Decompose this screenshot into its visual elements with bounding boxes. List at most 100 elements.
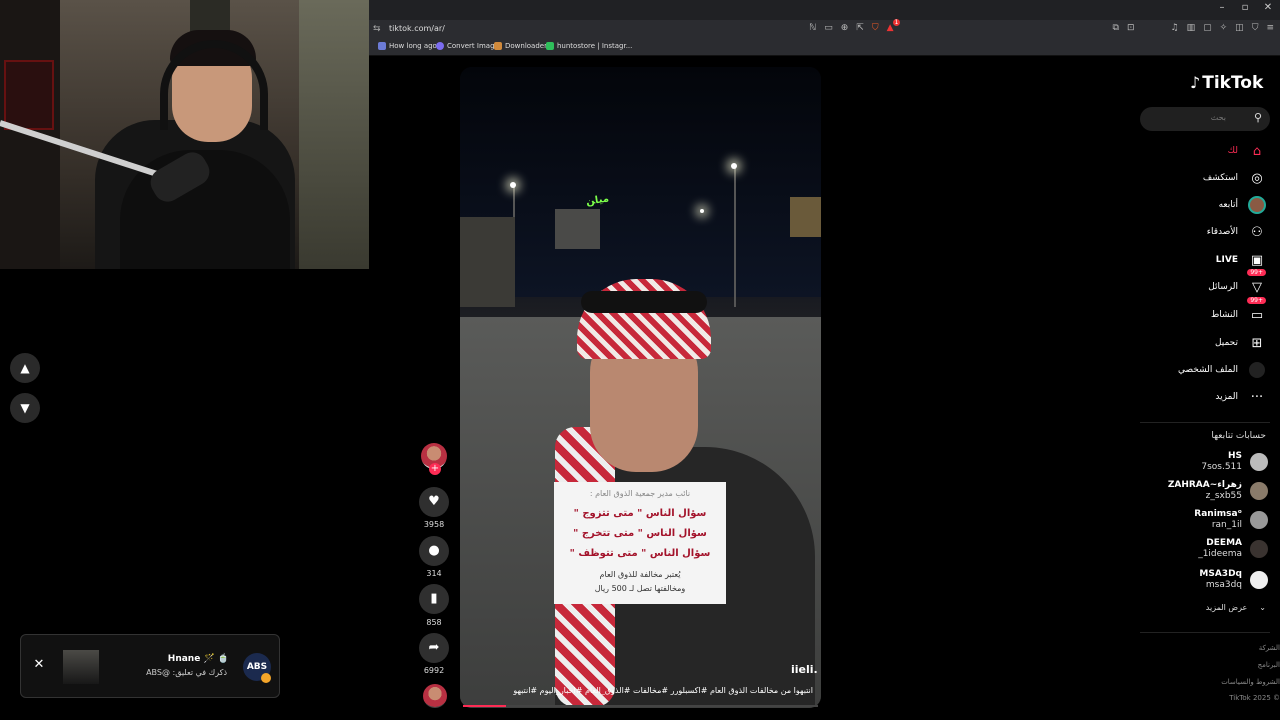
nav-activity[interactable]: النشاط ▭ 99+ xyxy=(1210,297,1266,327)
menu-icon[interactable]: ≡ xyxy=(1266,23,1274,33)
vpn-icon[interactable]: ⛉ xyxy=(1252,23,1259,33)
window-icon[interactable]: ▢ xyxy=(1203,23,1212,33)
maximize-button[interactable]: ▫ xyxy=(1235,2,1255,13)
nav-messages[interactable]: الرسائل ▽ 99+ xyxy=(1208,269,1266,299)
bookmark-label: Convert Image xyxy=(447,42,499,50)
following-account[interactable]: DEEMA _1ideema xyxy=(1198,535,1268,563)
nav-friends[interactable]: الأصدقاء ⚇ xyxy=(1207,220,1266,244)
video-person-agal xyxy=(581,291,707,313)
nav-label: الرسائل xyxy=(1208,282,1238,292)
music-icon[interactable]: ♫ xyxy=(1171,23,1179,33)
like-button[interactable]: ♥ xyxy=(419,487,449,517)
chevron-down-icon: ⌄ xyxy=(1259,603,1266,612)
site-info-icon[interactable]: ⇆ xyxy=(373,24,381,34)
screenshot-icon[interactable]: ⊡ xyxy=(1127,23,1135,33)
notification-thumbnail[interactable] xyxy=(63,650,99,684)
bookmark-how-long-ago[interactable]: How long ago xyxy=(378,42,437,50)
chevron-up-icon: ▲ xyxy=(20,361,30,375)
save-button[interactable]: ▮ xyxy=(419,584,449,614)
previous-video-button[interactable]: ▲ xyxy=(10,353,40,383)
share-icon[interactable]: ⇱ xyxy=(856,23,864,33)
video-building xyxy=(790,197,821,237)
rewards-icon[interactable]: ▲ 1 xyxy=(887,19,901,33)
extension-icons: ⧉ ⊡ ♫ ▥ ▢ ✧ ◫ ⛉ ≡ xyxy=(1113,23,1274,33)
url-text[interactable]: tiktok.com/ar/ xyxy=(389,24,445,33)
rewards-badge: 1 xyxy=(892,19,901,26)
video-player[interactable]: ﻣﯿﺎﻦ xyxy=(460,67,821,708)
sidebar-toggle-icon[interactable]: ▥ xyxy=(1187,23,1196,33)
tiktok-logo[interactable]: ♪ TikTok xyxy=(1190,73,1263,93)
footer-copyright: TikTok 2025 © xyxy=(1229,694,1280,702)
nav-for-you[interactable]: لك ⌂ xyxy=(1228,139,1266,163)
brave-shield-icon[interactable]: ⛉ xyxy=(872,23,879,33)
share-button[interactable]: ➦ xyxy=(419,633,449,663)
activity-icon: ▭ xyxy=(1250,307,1264,323)
bookmark-huntostore[interactable]: huntostore | Instagr... xyxy=(546,42,632,50)
address-bar[interactable]: ⇆ tiktok.com/ar/ ℕ ▭ ⊕ ⇱ ⛉ ▲ 1 ⧉ ⊡ ♫ ▥ ▢ … xyxy=(369,19,1280,40)
video-street-lamp xyxy=(700,209,704,213)
following-account[interactable]: Ranimsaᵒ ran_1il xyxy=(1194,506,1268,534)
following-account[interactable]: MSA3Dq msa3dq xyxy=(1199,566,1268,594)
compass-icon: ◎ xyxy=(1251,170,1263,186)
bookmark-downloader[interactable]: Downloader xyxy=(494,42,547,50)
leo-icon[interactable]: ✧ xyxy=(1220,23,1228,33)
wallet-icon[interactable]: ◫ xyxy=(1235,23,1244,33)
bookmark-favicon-icon xyxy=(494,42,502,50)
nav-label: النشاط xyxy=(1210,310,1238,320)
follow-plus-button[interactable]: + xyxy=(429,463,441,475)
account-avatar xyxy=(1250,511,1268,529)
screen: – ▫ ✕ ⇆ tiktok.com/ar/ ℕ ▭ ⊕ ⇱ ⛉ ▲ 1 ⧉ ⊡ … xyxy=(0,0,1280,720)
video-description[interactable]: انتبهوا من مخالفات الذوق العام #اكسبلورر… xyxy=(470,686,813,695)
nav-label: الأصدقاء xyxy=(1206,227,1238,237)
nav-profile[interactable]: الملف الشخصي xyxy=(1178,358,1266,382)
close-icon[interactable]: ✕ xyxy=(31,657,47,672)
account-name: Ranimsaᵒ xyxy=(1194,509,1242,519)
notification-text: ذكرك في تعليق: @ABS xyxy=(146,668,227,677)
card-footer: ومخالفتها تصل لـ 500 ريال xyxy=(594,584,686,593)
video-progress-bar[interactable] xyxy=(463,705,818,707)
following-account[interactable]: HS 7sos.511 xyxy=(1201,448,1268,476)
nav-following[interactable]: أتابعه xyxy=(1219,193,1266,217)
bookmark-label: Downloader xyxy=(505,42,547,50)
more-icon: ··· xyxy=(1250,389,1264,405)
close-window-button[interactable]: ✕ xyxy=(1258,2,1278,13)
logo-text: TikTok xyxy=(1202,73,1264,93)
video-author[interactable]: iieli. xyxy=(791,663,818,676)
nav-label: أتابعه xyxy=(1218,200,1238,210)
nav-more[interactable]: المزيد ··· xyxy=(1215,385,1266,409)
see-more-button[interactable]: عرض المزيد ⌄ xyxy=(1206,603,1266,612)
search-input[interactable]: بحث ⚲ xyxy=(1140,107,1270,131)
heart-icon: ♥ xyxy=(428,494,440,509)
account-handle: msa3dq xyxy=(1205,580,1242,590)
title-bar: – ▫ ✕ xyxy=(369,0,1280,20)
account-avatar xyxy=(1250,482,1268,500)
nav-upload[interactable]: تحميل ⊞ xyxy=(1215,331,1266,355)
footer-terms-link[interactable]: الشروط والسياسات xyxy=(1221,678,1280,686)
nav-label: المزيد xyxy=(1215,392,1238,402)
translate-icon[interactable]: ℕ xyxy=(809,23,816,33)
sound-disc[interactable] xyxy=(423,684,447,708)
mention-notification[interactable]: ✕ Hnane 🪄 🍵 ذكرك في تعليق: @ABS ABS xyxy=(20,634,280,698)
bookmark-favicon-icon xyxy=(378,42,386,50)
account-handle: ran_1il xyxy=(1211,520,1242,530)
profile-icon xyxy=(1248,362,1266,378)
account-name: DEEMA xyxy=(1206,538,1242,548)
comment-button[interactable]: ● xyxy=(419,536,449,566)
video-street-lamp xyxy=(510,182,516,188)
cast-icon[interactable]: ▭ xyxy=(824,23,833,33)
card-line: سؤال الناس " متى تتخرج " xyxy=(573,528,707,539)
chevron-down-icon: ▼ xyxy=(20,401,30,415)
extension-icon[interactable]: ⧉ xyxy=(1113,23,1119,33)
bookmark-convert-image[interactable]: Convert Image xyxy=(436,42,499,50)
footer-company-link[interactable]: الشركة xyxy=(1259,644,1280,652)
nav-explore[interactable]: استكشف ◎ xyxy=(1203,166,1266,190)
next-video-button[interactable]: ▼ xyxy=(10,393,40,423)
search-icon[interactable]: ⚲ xyxy=(1254,111,1262,124)
footer-program-link[interactable]: البرنامج xyxy=(1258,661,1280,669)
following-account[interactable]: ZAHRAA~زهراء z_sxb55 xyxy=(1168,477,1268,505)
minimize-button[interactable]: – xyxy=(1212,2,1232,13)
nav-label: تحميل xyxy=(1214,338,1238,348)
zoom-icon[interactable]: ⊕ xyxy=(841,23,849,33)
share-arrow-icon: ➦ xyxy=(428,640,440,655)
nav-label: لك xyxy=(1227,146,1238,156)
